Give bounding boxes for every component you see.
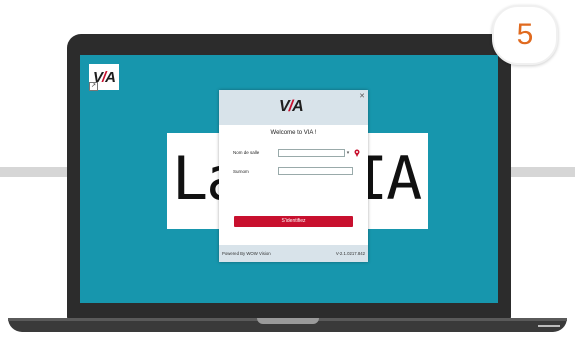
name-input[interactable]	[278, 167, 353, 175]
room-select[interactable]	[278, 149, 345, 157]
powered-by-text: Powered By WOW Vision	[222, 251, 271, 256]
close-icon[interactable]: ✕	[359, 92, 365, 100]
login-dialog: V/A ✕ Welcome to VIA ! Nom de salle ▾ Su…	[219, 90, 368, 262]
dialog-logo-icon: V/A	[279, 98, 304, 115]
version-text: V-2.1.0217.842	[335, 251, 365, 256]
dialog-footer: Powered By WOW Vision V-2.1.0217.842	[219, 245, 368, 262]
welcome-title: Welcome to VIA !	[270, 130, 317, 136]
name-label: Surnom	[233, 169, 249, 174]
laptop-notch	[257, 318, 319, 324]
room-label: Nom de salle	[233, 150, 260, 155]
dialog-header: V/A ✕	[219, 90, 368, 125]
step-number: 5	[516, 18, 534, 51]
laptop-base-stripe	[538, 325, 560, 327]
submit-button[interactable]: S'identifiez	[234, 216, 353, 227]
chevron-down-icon[interactable]: ▾	[345, 149, 351, 157]
shortcut-arrow-icon: ↗	[89, 82, 98, 91]
location-pin-icon[interactable]	[354, 149, 360, 157]
step-badge: 5	[492, 5, 558, 65]
